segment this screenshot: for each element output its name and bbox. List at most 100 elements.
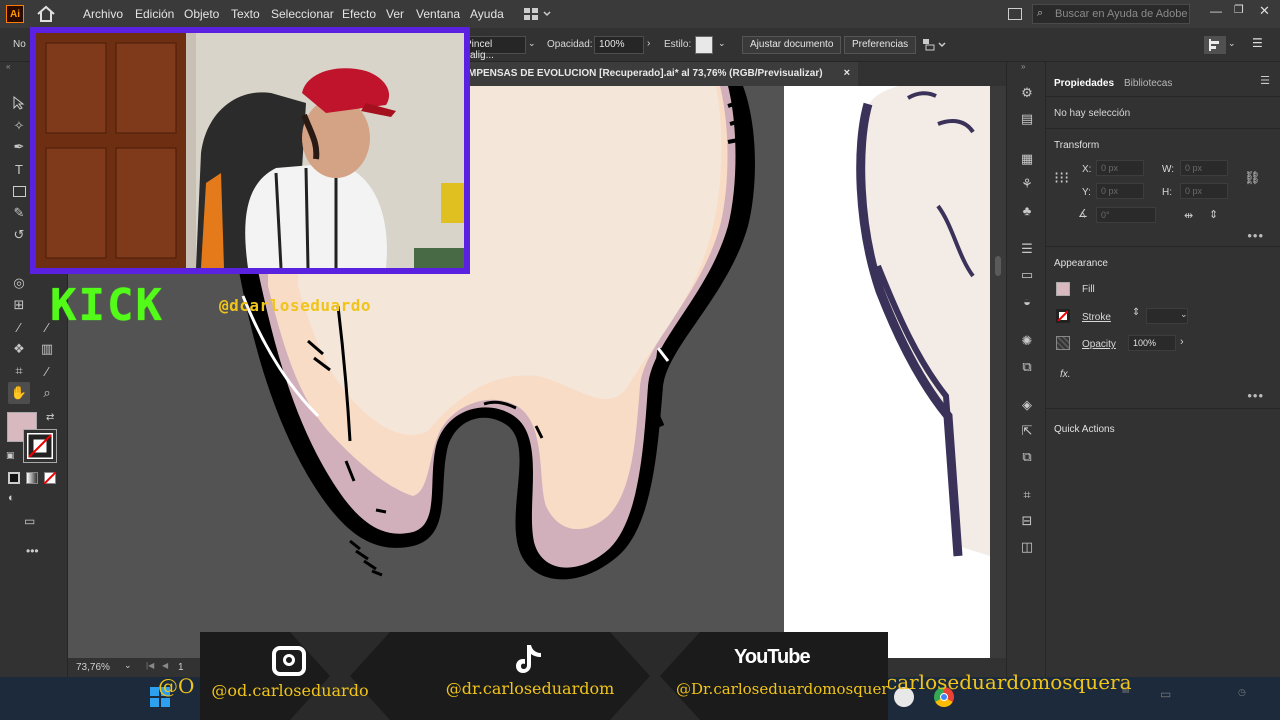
more-tools-icon[interactable]: ••• bbox=[26, 544, 39, 558]
pen-tool-icon[interactable]: ✒ bbox=[8, 136, 30, 158]
constrain-proportions-icon[interactable]: ⛓ bbox=[1244, 170, 1261, 186]
x-input[interactable]: 0 px bbox=[1096, 160, 1144, 176]
align-icon[interactable] bbox=[1204, 36, 1226, 54]
color-wheel-icon[interactable]: ⚙ bbox=[1018, 84, 1036, 102]
align-panel-icon[interactable]: ⊟ bbox=[1018, 512, 1036, 530]
tab-bibliotecas[interactable]: Bibliotecas bbox=[1124, 78, 1172, 89]
panel-menu-icon[interactable]: ☰ bbox=[1260, 74, 1270, 87]
menu-seleccionar[interactable]: Seleccionar bbox=[271, 7, 334, 21]
artboard-tool-icon[interactable]: ⌗ bbox=[8, 360, 30, 382]
slice-tool-icon[interactable]: ⁄ bbox=[36, 360, 58, 382]
selection-tool-icon[interactable] bbox=[8, 92, 30, 114]
pathfinder-icon[interactable]: ◫ bbox=[1018, 538, 1036, 556]
chevron-down-icon[interactable]: ⌄ bbox=[1180, 309, 1188, 320]
stroke-label[interactable]: Stroke bbox=[1082, 312, 1111, 323]
preferences-button[interactable]: Preferencias bbox=[844, 36, 917, 54]
swatches-icon[interactable]: ▦ bbox=[1018, 150, 1036, 168]
symbol-sprayer-icon[interactable]: ❖ bbox=[8, 338, 30, 360]
transform-panel-icon[interactable]: ⌗ bbox=[1018, 486, 1036, 504]
document-icon[interactable]: ▤ bbox=[1018, 110, 1036, 128]
menu-ver[interactable]: Ver bbox=[386, 7, 404, 21]
restore-icon[interactable]: ❐ bbox=[1234, 3, 1244, 16]
vertical-scrollbar[interactable] bbox=[990, 86, 1006, 658]
stroke-swatch[interactable] bbox=[1056, 309, 1070, 323]
draw-mode-icon[interactable]: ◐ bbox=[8, 492, 15, 504]
rectangle-tool-icon[interactable] bbox=[8, 180, 30, 202]
panel-toggle-icon[interactable] bbox=[1008, 8, 1022, 20]
stroke-stepper-icon[interactable]: ⇕ bbox=[1132, 307, 1140, 318]
screen-mode-icon[interactable]: ▭ bbox=[24, 514, 35, 528]
hand-tool-icon[interactable]: ✋ bbox=[8, 382, 30, 404]
menu-ventana[interactable]: Ventana bbox=[416, 7, 460, 21]
swap-colors-icon[interactable]: ⇄ bbox=[46, 412, 54, 423]
opacity-label[interactable]: Opacity bbox=[1082, 339, 1116, 350]
menu-texto[interactable]: Texto bbox=[231, 7, 260, 21]
menu-objeto[interactable]: Objeto bbox=[184, 7, 219, 21]
zoom-tool-icon[interactable]: ⌕ bbox=[36, 382, 58, 404]
chevron-right-icon[interactable]: › bbox=[1180, 336, 1184, 348]
chevron-right-icon[interactable]: › bbox=[647, 38, 650, 49]
appearance-panel-icon[interactable]: ✺ bbox=[1018, 332, 1036, 350]
transparency-icon[interactable]: ◒ bbox=[1018, 292, 1036, 310]
h-input[interactable]: 0 px bbox=[1180, 183, 1228, 199]
w-input[interactable]: 0 px bbox=[1180, 160, 1228, 176]
stroke-color-swatch[interactable] bbox=[23, 429, 57, 463]
more-options-icon[interactable]: ••• bbox=[1247, 228, 1264, 243]
stroke-panel-icon[interactable]: ☰ bbox=[1018, 240, 1036, 258]
menu-archivo[interactable]: Archivo bbox=[83, 7, 123, 21]
collapse-arrows-icon[interactable]: « bbox=[6, 62, 10, 71]
eyedropper-tool-icon[interactable]: ⁄ bbox=[8, 316, 30, 338]
magic-wand-icon[interactable]: ✧ bbox=[8, 115, 30, 137]
y-input[interactable]: 0 px bbox=[1096, 183, 1144, 199]
chevron-down-icon[interactable]: ⌄ bbox=[718, 38, 726, 49]
fx-icon[interactable]: fx. bbox=[1060, 369, 1071, 380]
graphic-styles-icon[interactable]: ⧉ bbox=[1018, 358, 1036, 376]
opacity-input[interactable]: 100% bbox=[594, 36, 644, 54]
none-mode-icon[interactable] bbox=[44, 472, 56, 484]
adjust-document-button[interactable]: Ajustar documento bbox=[742, 36, 842, 54]
artboards-icon[interactable]: ⧉ bbox=[1018, 448, 1036, 466]
collapse-arrows-icon[interactable]: » bbox=[1021, 62, 1025, 71]
type-tool-icon[interactable]: T bbox=[8, 158, 30, 180]
fill-swatch[interactable] bbox=[1056, 282, 1070, 296]
gradient-mode-icon[interactable] bbox=[26, 472, 38, 484]
more-options-icon[interactable]: ••• bbox=[1247, 388, 1264, 403]
chevron-down-icon[interactable]: ⌄ bbox=[124, 660, 132, 671]
close-tab-icon[interactable]: × bbox=[844, 67, 850, 79]
reference-point-icon[interactable]: ⁝⁝⁝ bbox=[1054, 168, 1069, 188]
menu-lines-icon[interactable]: ☰ bbox=[1252, 36, 1263, 50]
home-icon[interactable] bbox=[36, 5, 56, 23]
flip-horizontal-icon[interactable]: ⇹ bbox=[1184, 209, 1193, 222]
menu-ayuda[interactable]: Ayuda bbox=[470, 7, 504, 21]
layers-icon[interactable]: ◈ bbox=[1018, 396, 1036, 414]
menu-efecto[interactable]: Efecto bbox=[342, 7, 376, 21]
minimize-icon[interactable]: — bbox=[1210, 4, 1222, 18]
menu-edicion[interactable]: Edición bbox=[135, 7, 174, 21]
artboard-number[interactable]: 1 bbox=[178, 662, 184, 673]
chevron-down-icon[interactable]: ⌄ bbox=[528, 38, 536, 49]
network-icon[interactable]: ▭ bbox=[1160, 687, 1171, 701]
workspace-switcher-icon[interactable] bbox=[524, 7, 554, 21]
angle-input[interactable]: 0° bbox=[1096, 207, 1156, 223]
style-swatch[interactable] bbox=[695, 36, 713, 54]
shape-builder-icon[interactable]: ◎ bbox=[8, 272, 30, 294]
prev-artboard-icon[interactable]: ◀ bbox=[162, 661, 168, 670]
paintbrush-tool-icon[interactable]: ✎ bbox=[8, 202, 30, 224]
document-tab[interactable]: MPENSAS DE EVOLUCION [Recuperado].ai* al… bbox=[458, 62, 858, 86]
opacity-input[interactable]: 100% bbox=[1128, 335, 1176, 351]
clock-icon[interactable]: ◷ bbox=[1238, 687, 1246, 698]
gradient-panel-icon[interactable]: ▭ bbox=[1018, 266, 1036, 284]
free-transform-icon[interactable]: ⊞ bbox=[8, 294, 30, 316]
help-search-input[interactable]: ⌕ Buscar en Ayuda de Adobe bbox=[1032, 4, 1190, 24]
zoom-level[interactable]: 73,76% bbox=[76, 662, 110, 673]
default-colors-icon[interactable]: ▣ bbox=[6, 450, 15, 461]
first-artboard-icon[interactable]: |◀ bbox=[146, 661, 154, 670]
chevron-down-icon[interactable]: ⌄ bbox=[1228, 38, 1236, 49]
flip-vertical-icon[interactable]: ⇕ bbox=[1209, 208, 1218, 221]
color-mode-icon[interactable] bbox=[8, 472, 20, 484]
close-window-icon[interactable]: ✕ bbox=[1259, 3, 1270, 19]
rotate-tool-icon[interactable]: ↺ bbox=[8, 224, 30, 246]
arrange-icon[interactable] bbox=[922, 37, 948, 53]
symbols-icon[interactable]: ♣ bbox=[1018, 201, 1036, 219]
graph-tool-icon[interactable]: ▥ bbox=[36, 338, 58, 360]
